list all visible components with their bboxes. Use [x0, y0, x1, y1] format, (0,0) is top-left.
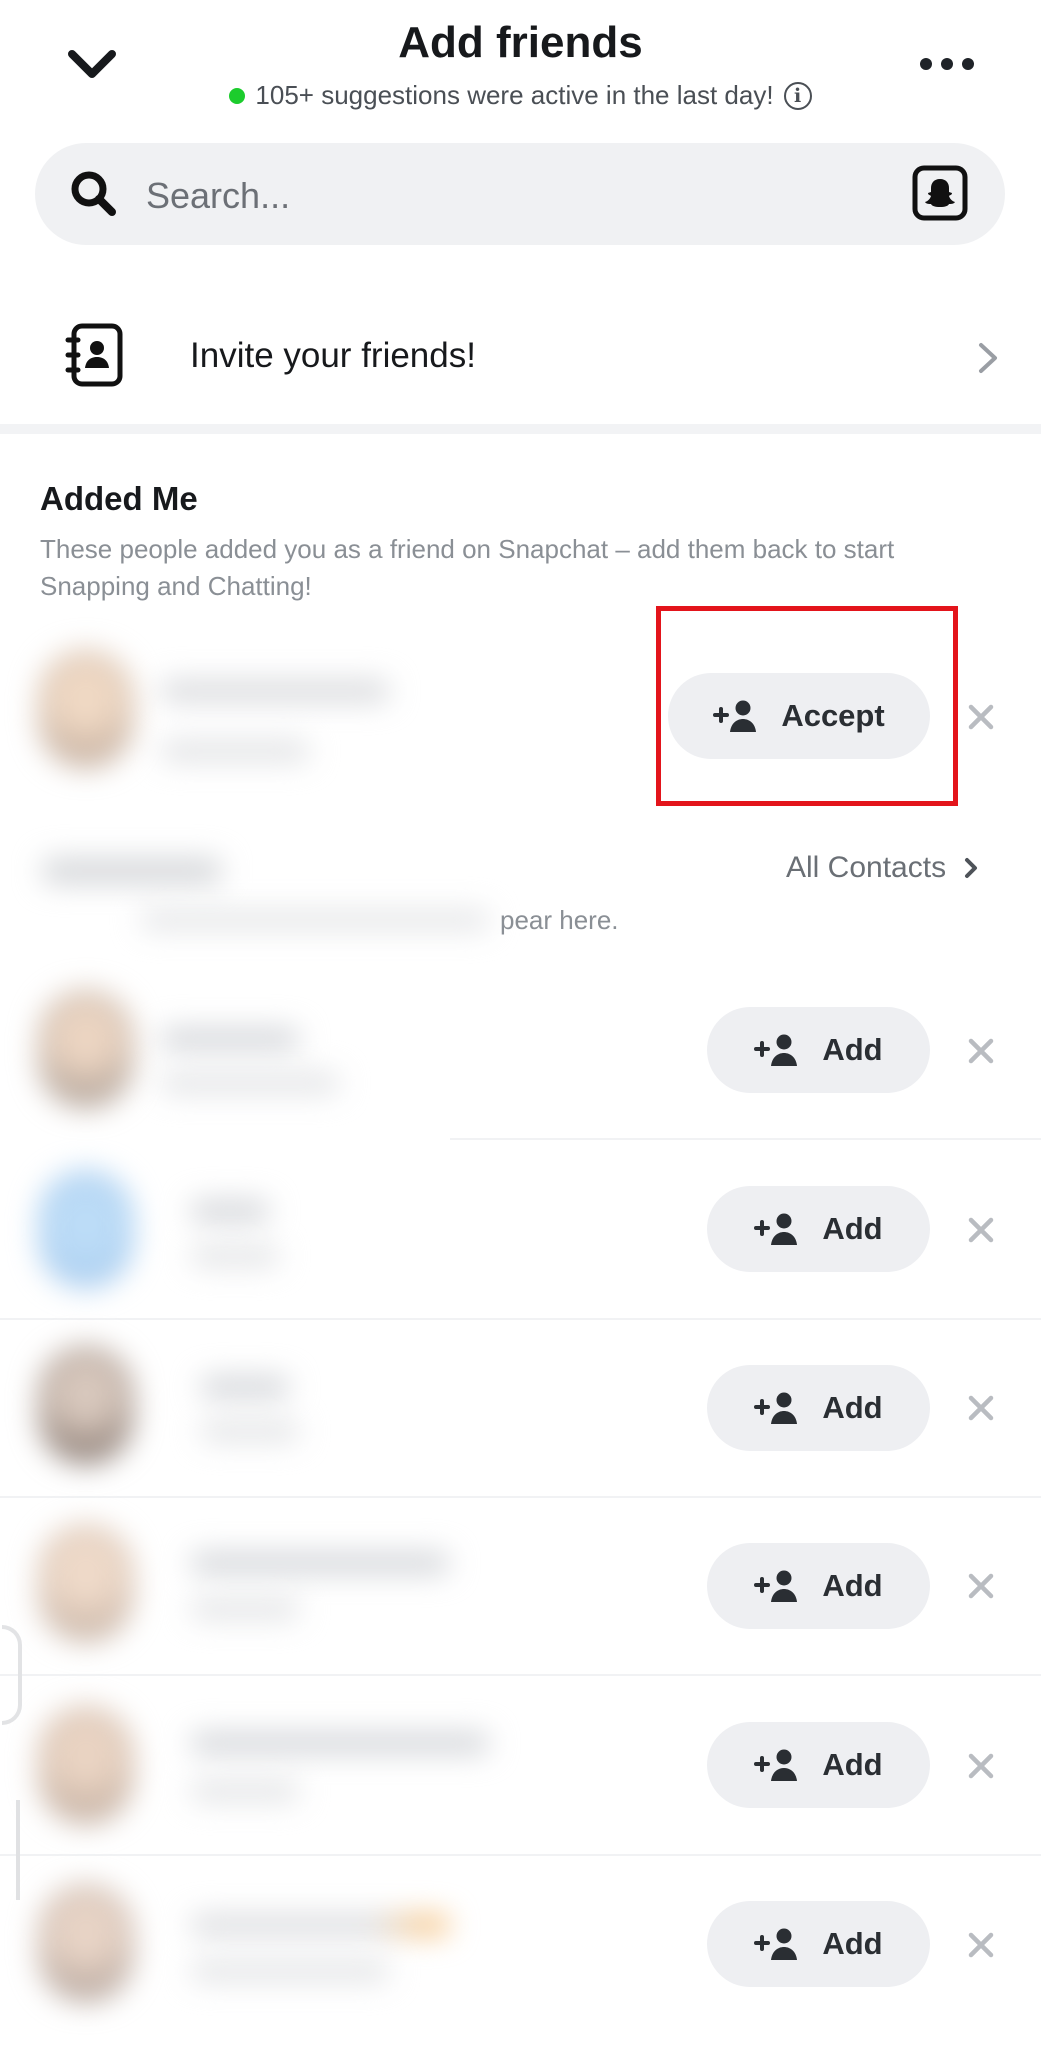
add-label: Add — [822, 1032, 883, 1067]
search-input[interactable]: Search... — [146, 170, 290, 222]
blurred-name — [190, 1200, 270, 1222]
scroll-indicator — [2, 1625, 22, 1725]
invite-friends-label: Invite your friends! — [190, 336, 476, 375]
suggestion-row[interactable]: Add — [0, 970, 1041, 1140]
add-label: Add — [822, 1390, 883, 1425]
add-label: Add — [822, 1211, 883, 1246]
add-label: Add — [822, 1926, 883, 1961]
active-suggestions-status: 105+ suggestions were active in the last… — [0, 80, 1041, 111]
add-friend-icon — [754, 1213, 798, 1245]
avatar — [38, 1884, 134, 2002]
dismiss-icon[interactable] — [966, 1215, 996, 1245]
avatar — [38, 1706, 134, 1824]
add-label: Add — [822, 1747, 883, 1782]
blurred-username — [160, 1072, 340, 1094]
dismiss-icon[interactable] — [966, 702, 996, 732]
suggestion-row[interactable]: Add — [0, 1320, 1041, 1496]
all-contacts-label: All Contacts — [786, 851, 947, 884]
info-icon[interactable]: i — [783, 81, 812, 110]
add-friend-icon — [754, 1392, 798, 1424]
blurred-name — [160, 680, 390, 702]
blurred-name — [190, 1914, 450, 1936]
blurred-name — [190, 1732, 490, 1754]
add-button[interactable]: Add — [707, 1365, 930, 1451]
blurred-section-title — [42, 858, 222, 884]
blurred-username — [190, 1598, 300, 1620]
dismiss-icon[interactable] — [966, 1751, 996, 1781]
added-me-description: These people added you as a friend on Sn… — [40, 534, 895, 601]
avatar — [38, 1346, 134, 1464]
blurred-username — [190, 1960, 390, 1982]
avatar[interactable] — [38, 650, 134, 768]
blurred-name — [200, 1376, 290, 1398]
search-icon — [71, 171, 116, 216]
scrollbar[interactable] — [16, 1800, 20, 1900]
add-button[interactable]: Add — [707, 1007, 930, 1093]
blurred-contacts-text — [140, 910, 490, 930]
avatar — [38, 1524, 134, 1642]
dismiss-icon[interactable] — [966, 1036, 996, 1066]
suggestion-row[interactable]: Add — [0, 1676, 1041, 1854]
avatar — [38, 990, 134, 1108]
highlight-box — [656, 606, 958, 806]
blurred-name — [190, 1552, 450, 1574]
dismiss-icon[interactable] — [966, 1930, 996, 1960]
blurred-username — [200, 1420, 300, 1442]
added-me-title: Added Me — [40, 480, 198, 517]
blurred-username — [190, 1245, 280, 1267]
more-options-button[interactable] — [920, 52, 980, 76]
add-label: Add — [822, 1568, 883, 1603]
chevron-right-icon — [979, 343, 997, 373]
add-button[interactable]: Add — [707, 1543, 930, 1629]
add-button[interactable]: Add — [707, 1901, 930, 1987]
blurred-name — [160, 1028, 300, 1050]
more-dots-icon — [920, 58, 932, 70]
active-suggestions-text: 105+ suggestions were active in the last… — [255, 80, 774, 110]
suggestion-row[interactable]: Add — [0, 1140, 1041, 1318]
page-title: Add friends — [398, 18, 643, 67]
section-divider — [0, 424, 1041, 434]
add-friend-icon — [754, 1034, 798, 1066]
chevron-right-icon — [965, 858, 978, 878]
add-friend-icon — [754, 1749, 798, 1781]
contact-book-icon — [65, 323, 123, 387]
snapcode-scan-icon[interactable] — [912, 165, 968, 221]
blurred-username — [190, 1780, 300, 1802]
online-status-dot — [229, 87, 246, 104]
suggestion-row[interactable]: Add — [0, 1856, 1041, 2036]
suggestion-row[interactable]: Add — [0, 1498, 1041, 1674]
add-friend-icon — [754, 1928, 798, 1960]
invite-friends-row[interactable] — [0, 300, 1041, 410]
blurred-username — [160, 740, 310, 762]
avatar — [38, 1170, 134, 1288]
add-button[interactable]: Add — [707, 1722, 930, 1808]
contacts-description: pear here. — [500, 905, 619, 935]
dismiss-icon[interactable] — [966, 1393, 996, 1423]
dismiss-icon[interactable] — [966, 1571, 996, 1601]
add-button[interactable]: Add — [707, 1186, 930, 1272]
all-contacts-link[interactable]: All Contacts — [786, 851, 978, 885]
add-friend-icon — [754, 1570, 798, 1602]
